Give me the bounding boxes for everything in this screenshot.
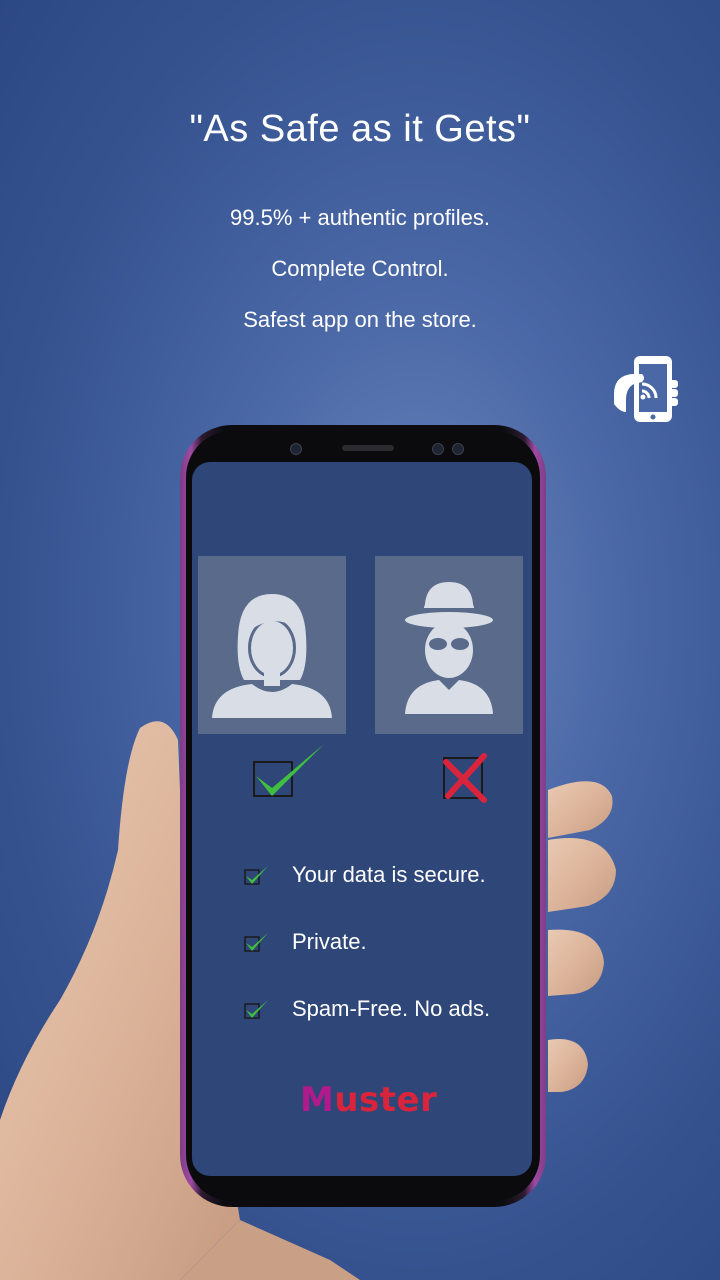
feature-label: Spam-Free. No ads. xyxy=(292,996,491,1021)
authentic-profile-card xyxy=(198,556,346,734)
feature-secure: Your data is secure. xyxy=(244,860,486,890)
earpiece xyxy=(342,445,394,451)
subtitle-safest: Safest app on the store. xyxy=(243,307,477,332)
muster-logo: Muster xyxy=(300,1080,438,1120)
front-camera-icon xyxy=(290,443,302,455)
female-avatar-icon xyxy=(212,594,332,718)
red-cross-icon xyxy=(443,753,487,803)
feature-spam-free: Spam-Free. No ads. xyxy=(244,994,490,1024)
headline: "As Safe as it Gets" xyxy=(189,108,531,150)
check-icon xyxy=(244,866,268,885)
feature-label: Private. xyxy=(292,929,367,954)
subtitle-authentic: 99.5% + authentic profiles. xyxy=(230,205,490,230)
phone-hand-icon xyxy=(614,356,678,422)
sensor-icon xyxy=(432,443,444,455)
feature-label: Your data is secure. xyxy=(292,862,486,887)
check-icon xyxy=(244,933,268,952)
subtitle-control: Complete Control. xyxy=(271,256,449,281)
feature-private: Private. xyxy=(244,927,367,957)
fake-profile-card xyxy=(375,556,523,734)
phone-screen: Your data is secure. Private. Spam-Free.… xyxy=(192,462,532,1176)
green-check-icon xyxy=(253,744,324,797)
check-icon xyxy=(244,1000,268,1019)
spy-avatar-icon xyxy=(405,582,493,714)
sensor-icon-2 xyxy=(452,443,464,455)
